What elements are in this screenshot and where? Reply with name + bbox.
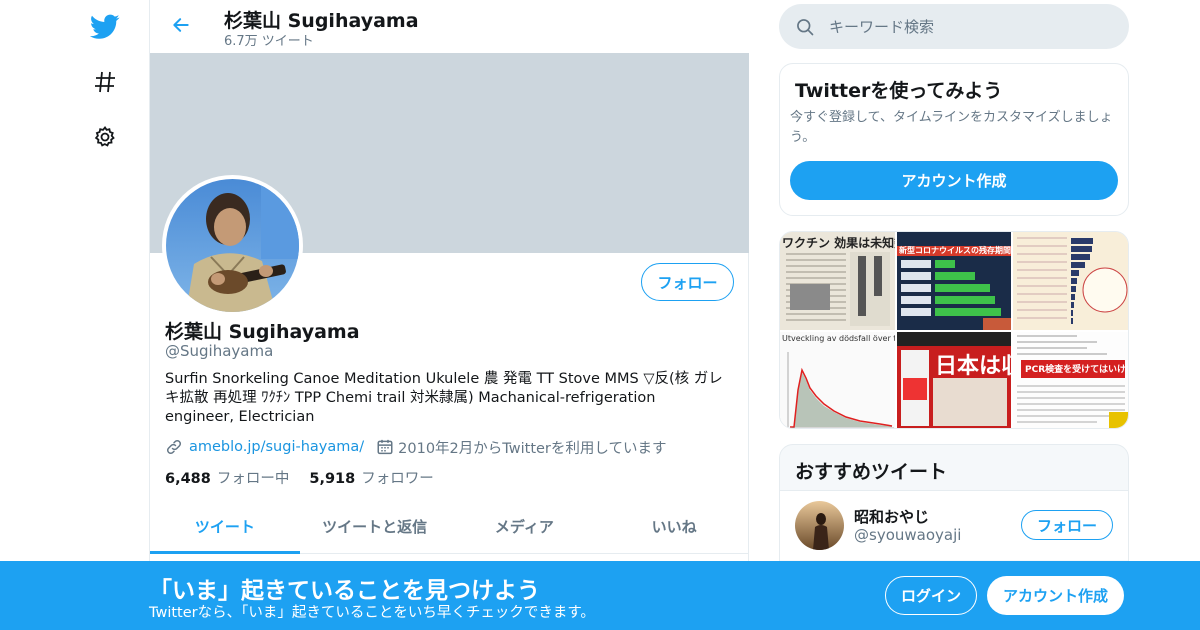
followers-count: 5,918: [309, 471, 356, 487]
signup-card-description: 今すぐ登録して、タイムラインをカスタマイズしましょう。: [790, 110, 1113, 145]
tab-likes[interactable]: いいね: [599, 500, 749, 553]
media-thumb[interactable]: ワクチン 効果は未知数: [780, 232, 895, 330]
recommended-title: おすすめツイート: [795, 461, 948, 483]
media-grid: ワクチン 効果は未知数 新型コロナウイルスの残存期間 Utveckling av…: [779, 231, 1129, 429]
signup-prompt-bar: 「いま」起きていることを見つけよう Twitterなら、「いま」起きていることを…: [0, 561, 1200, 630]
profile-meta: ameblo.jp/sugi-hayama/ 2010年2月からTwitterを…: [165, 436, 745, 458]
calendar-icon: [376, 438, 394, 456]
login-button[interactable]: ログイン: [885, 576, 977, 615]
arrow-left-icon[interactable]: [166, 10, 196, 40]
twitter-bird-icon[interactable]: [85, 7, 125, 47]
page: 杉葉山 Sugihayama 6.7万 ツイート フォロー 杉葉山 Sugiha…: [0, 0, 1200, 630]
following-stat[interactable]: 6,488 フォロー中: [165, 467, 289, 488]
recommended-user[interactable]: 昭和おやじ @syouwaoyaji フォロー: [780, 490, 1128, 560]
signup-card-title: Twitterを使ってみよう: [795, 80, 1003, 102]
signup-card: Twitterを使ってみよう 今すぐ登録して、タイムラインをカスタマイズしましょ…: [779, 63, 1129, 216]
thumb-caption: 日本は収束: [935, 354, 1011, 379]
profile-bio: Surfin Snorkeling Canoe Meditation Ukule…: [165, 371, 723, 425]
header-name: 杉葉山 Sugihayama: [224, 10, 419, 32]
thumb-caption: 新型コロナウイルスの残存期間: [899, 246, 1011, 255]
link-icon: [165, 438, 183, 456]
recommended-follow-button[interactable]: フォロー: [1021, 510, 1113, 540]
media-thumb[interactable]: [1013, 232, 1128, 330]
right-sidebar: キーワード検索 Twitterを使ってみよう 今すぐ登録して、タイムラインをカス…: [779, 0, 1129, 630]
create-account-button[interactable]: アカウント作成: [790, 161, 1118, 200]
following-count: 6,488: [165, 471, 211, 487]
media-thumb[interactable]: 新型コロナウイルスの残存期間: [897, 232, 1011, 330]
thumb-caption: Utveckling av dödsfall över tid: [782, 334, 895, 343]
media-thumb[interactable]: 日本は収束: [897, 332, 1011, 428]
tab-tweets[interactable]: ツイート: [150, 500, 300, 554]
search-input[interactable]: キーワード検索: [829, 16, 934, 37]
tab-tweets-and-replies[interactable]: ツイートと返信: [300, 500, 450, 553]
recommended-user-name: 昭和おやじ: [854, 508, 930, 526]
media-thumb[interactable]: PCR検査を受けてはいけない: [1013, 332, 1128, 428]
search-box[interactable]: キーワード検索: [779, 4, 1129, 49]
followers-stat[interactable]: 5,918 フォロワー: [309, 467, 433, 488]
profile-tabs: ツイート ツイートと返信 メディア いいね: [150, 500, 749, 554]
signup-button[interactable]: アカウント作成: [987, 576, 1124, 615]
avatar: [795, 501, 844, 550]
left-nav: [0, 0, 150, 630]
profile-header-bar: 杉葉山 Sugihayama 6.7万 ツイート: [150, 0, 749, 53]
thumb-caption: PCR検査を受けてはいけない: [1025, 365, 1128, 375]
thumb-caption: ワクチン 効果は未知数: [782, 236, 895, 250]
search-icon: [795, 17, 815, 37]
followers-label: フォロワー: [361, 471, 434, 487]
gear-icon[interactable]: [85, 117, 125, 157]
recommended-user-handle: @syouwaoyaji: [854, 526, 962, 544]
hashtag-icon[interactable]: [85, 62, 125, 102]
joined-date: 2010年2月からTwitterを利用しています: [398, 440, 667, 457]
profile-handle: @Sugihayama: [165, 342, 274, 360]
profile-name: 杉葉山 Sugihayama: [165, 321, 360, 343]
following-label: フォロー中: [216, 471, 290, 487]
follow-button[interactable]: フォロー: [641, 263, 734, 301]
profile-column: 杉葉山 Sugihayama 6.7万 ツイート フォロー 杉葉山 Sugiha…: [149, 0, 749, 630]
media-thumb[interactable]: Utveckling av dödsfall över tid: [780, 332, 895, 428]
prompt-title: 「いま」起きていることを見つけよう: [149, 578, 540, 604]
profile-avatar[interactable]: [162, 175, 303, 316]
prompt-subtitle: Twitterなら、「いま」起きていることをいち早くチェックできます。: [149, 605, 595, 621]
profile-url-link[interactable]: ameblo.jp/sugi-hayama/: [189, 439, 364, 455]
profile-stats: 6,488 フォロー中 5,918 フォロワー: [165, 467, 454, 488]
tab-media[interactable]: メディア: [450, 500, 600, 553]
avatar: [166, 179, 299, 312]
tweet-count: 6.7万 ツイート: [224, 34, 314, 49]
